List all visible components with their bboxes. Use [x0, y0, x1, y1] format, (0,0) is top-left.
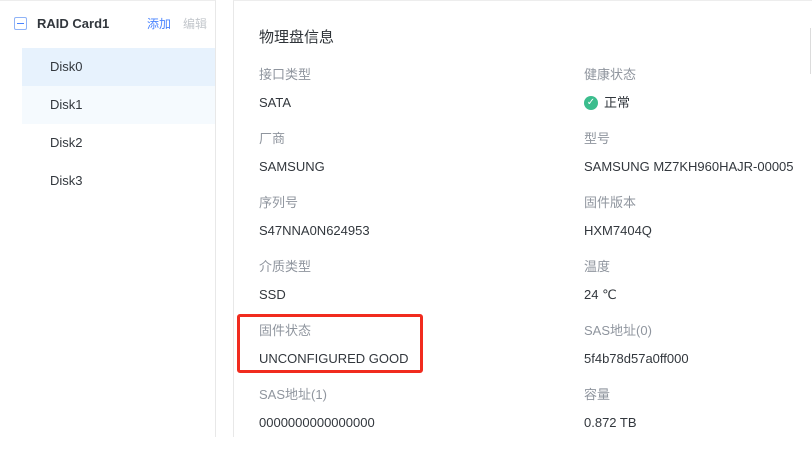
field-value: SATA	[259, 95, 584, 111]
field-firmware-state: 固件状态 UNCONFIGURED GOOD	[259, 323, 584, 367]
sidebar-item-disk2[interactable]: Disk2	[22, 124, 215, 162]
disk-list: Disk0 Disk1 Disk2 Disk3	[0, 48, 215, 200]
field-interface-type: 接口类型 SATA	[259, 67, 584, 111]
field-capacity: 容量 0.872 TB	[584, 387, 812, 431]
field-label: 接口类型	[259, 67, 584, 82]
field-media-type: 介质类型 SSD	[259, 259, 584, 303]
field-label: 固件版本	[584, 195, 812, 210]
sidebar-item-disk0[interactable]: Disk0	[22, 48, 215, 86]
vertical-scrollbar-thumb[interactable]	[810, 28, 811, 74]
raid-sidebar: RAID Card1 添加 编辑 Disk0 Disk1 Disk2 Disk3	[0, 0, 216, 437]
field-model: 型号 SAMSUNG MZ7KH960HAJR-00005	[584, 131, 812, 175]
field-label: 健康状态	[584, 67, 812, 82]
field-value: SAMSUNG	[259, 159, 584, 175]
check-circle-icon	[584, 96, 598, 110]
field-value: 0000000000000000	[259, 415, 584, 431]
field-label: 介质类型	[259, 259, 584, 274]
add-link[interactable]: 添加	[147, 15, 171, 32]
field-label: 厂商	[259, 131, 584, 146]
field-sas-address-0: SAS地址(0) 5f4b78d57a0ff000	[584, 323, 812, 367]
field-value: UNCONFIGURED GOOD	[259, 351, 584, 367]
field-value: SAMSUNG MZ7KH960HAJR-00005	[584, 159, 812, 175]
field-value: 正常	[584, 95, 812, 111]
field-health-status: 健康状态 正常	[584, 67, 812, 111]
page-title: 物理盘信息	[259, 26, 812, 47]
sidebar-item-disk1[interactable]: Disk1	[22, 86, 215, 124]
physical-disk-info-panel: 物理盘信息 接口类型 SATA 健康状态 正常 厂商 SAMSUNG 型号 SA…	[233, 0, 812, 437]
edit-link[interactable]: 编辑	[183, 15, 207, 32]
raid-card-label: RAID Card1	[37, 16, 147, 31]
sidebar-item-disk3[interactable]: Disk3	[22, 162, 215, 200]
raid-card-tree-node[interactable]: RAID Card1 添加 编辑	[0, 1, 215, 44]
collapse-minus-icon[interactable]	[14, 17, 27, 30]
field-value: 0.872 TB	[584, 415, 812, 431]
field-label: 序列号	[259, 195, 584, 210]
field-label: 型号	[584, 131, 812, 146]
field-label: 固件状态	[259, 323, 584, 338]
field-value: HXM7404Q	[584, 223, 812, 239]
field-value: SSD	[259, 287, 584, 303]
field-value: 5f4b78d57a0ff000	[584, 351, 812, 367]
field-temperature: 温度 24 ℃	[584, 259, 812, 303]
field-label: SAS地址(0)	[584, 323, 812, 338]
field-label: 温度	[584, 259, 812, 274]
field-vendor: 厂商 SAMSUNG	[259, 131, 584, 175]
field-label: SAS地址(1)	[259, 387, 584, 402]
field-serial-number: 序列号 S47NNA0N624953	[259, 195, 584, 239]
field-value: S47NNA0N624953	[259, 223, 584, 239]
field-label: 容量	[584, 387, 812, 402]
field-firmware-version: 固件版本 HXM7404Q	[584, 195, 812, 239]
field-value: 24 ℃	[584, 287, 812, 303]
field-sas-address-1: SAS地址(1) 0000000000000000	[259, 387, 584, 431]
health-status-text: 正常	[604, 95, 630, 111]
field-grid: 接口类型 SATA 健康状态 正常 厂商 SAMSUNG 型号 SAMSUNG …	[259, 67, 812, 451]
